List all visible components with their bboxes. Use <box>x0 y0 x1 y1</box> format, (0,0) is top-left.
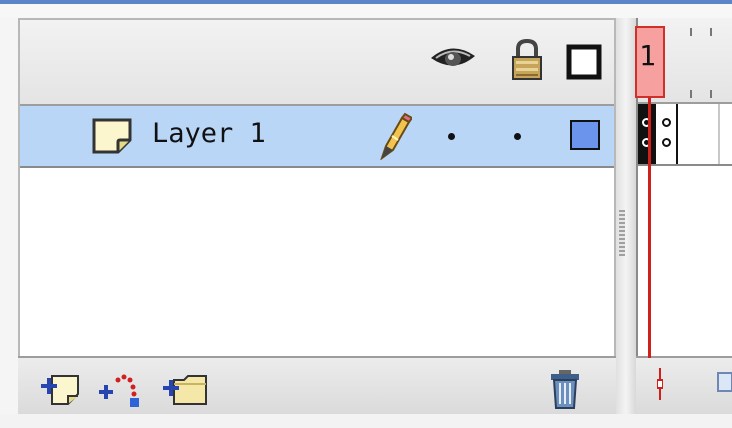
divider-grip[interactable] <box>619 210 625 256</box>
pencil-icon <box>376 112 414 164</box>
layer-header <box>20 20 614 106</box>
insert-layer-icon[interactable] <box>38 370 82 410</box>
blank-keyframe-dot <box>662 138 671 147</box>
timeline-footer <box>636 356 732 416</box>
ruler-tick <box>710 28 712 36</box>
add-motion-guide-icon[interactable] <box>96 370 144 414</box>
ruler-tick <box>690 90 692 98</box>
blank-keyframe-dot <box>662 118 671 127</box>
delete-layer-icon[interactable] <box>548 368 582 414</box>
layer-row[interactable]: Layer 1 <box>20 106 614 168</box>
eye-icon[interactable] <box>428 40 478 78</box>
center-frame-icon[interactable] <box>716 370 732 398</box>
playhead[interactable]: 1 <box>635 26 665 98</box>
blank-keyframe[interactable] <box>656 104 678 164</box>
layer-type-icon <box>90 116 134 158</box>
layer-footer <box>18 356 616 416</box>
insert-layer-folder-icon[interactable] <box>160 370 212 412</box>
current-frame-number: 1 <box>639 39 656 72</box>
layer-panel: Layer 1 <box>18 18 616 358</box>
frame-separator <box>718 104 720 164</box>
keyframe[interactable] <box>638 104 656 164</box>
visibility-dot[interactable] <box>448 133 455 140</box>
frame-row[interactable] <box>638 104 732 166</box>
outline-color-swatch[interactable] <box>570 120 600 150</box>
layer-name[interactable]: Layer 1 <box>152 118 266 149</box>
window-top-gap <box>0 4 732 18</box>
playhead-line <box>648 98 651 358</box>
lock-dot[interactable] <box>514 133 521 140</box>
ruler-tick <box>710 90 712 98</box>
window-bottom-gap <box>0 414 732 428</box>
lock-icon[interactable] <box>510 38 544 86</box>
ruler-tick <box>690 28 692 36</box>
outline-icon[interactable] <box>566 44 602 84</box>
playhead-foot-icon <box>656 368 664 400</box>
